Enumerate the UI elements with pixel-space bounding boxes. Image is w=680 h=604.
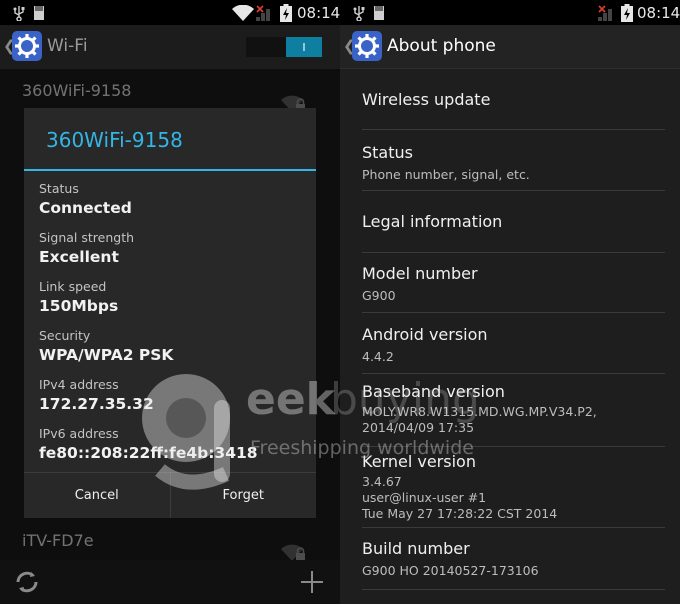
pref-model-number: Model number G900 (362, 264, 658, 304)
pref-build-number: Build number G900 HO 20140527-173106 (362, 539, 658, 579)
field-value: Excellent (39, 248, 119, 266)
bottom-action-bar (0, 560, 340, 604)
dialog-title-divider (24, 169, 316, 171)
info-field: Link speed 150Mbps (39, 279, 118, 315)
wifi-screen: 08:14 ❮ Wi-Fi I 360WiFi-9158 iTV-FD7e 36… (0, 0, 340, 604)
page-title: Wi-Fi (47, 36, 88, 56)
field-value: WPA/WPA2 PSK (39, 346, 174, 364)
pref-summary: G900 HO 20140527-173106 (362, 563, 539, 578)
add-network-icon[interactable] (300, 570, 324, 598)
field-value: fe80::208:22ff:fe4b:3418 (39, 444, 258, 462)
battery-charging-icon (621, 0, 633, 25)
pref-title: Wireless update (362, 90, 491, 109)
wifi-toggle-switch[interactable]: I (246, 37, 322, 57)
pref-summary: 3.4.67 (362, 474, 402, 489)
pref-title: Android version (362, 325, 488, 344)
list-divider (362, 373, 665, 374)
field-label: Signal strength (39, 230, 135, 245)
list-divider (362, 129, 665, 130)
pref-legal-information[interactable]: Legal information (362, 212, 658, 231)
usb-icon (12, 0, 26, 25)
field-label: Link speed (39, 279, 107, 294)
pref-summary: MOLY.WR8.W1315.MD.WG.MP.V34.P2, 2014/04/… (362, 404, 597, 435)
about-phone-screen: 08:14 ❮ About phone Wireless update Stat… (340, 0, 680, 604)
toggle-on-thumb: I (286, 37, 322, 57)
dialog-button-bar: Cancel Forget (24, 472, 316, 518)
list-divider (362, 446, 665, 447)
pref-title: Build number (362, 539, 470, 558)
status-bar: 08:14 (340, 0, 680, 25)
clock: 08:14 (637, 3, 680, 22)
field-value: Connected (39, 199, 132, 217)
status-bar: 08:14 (0, 0, 340, 25)
list-divider (362, 312, 665, 313)
pref-baseband-version: Baseband version MOLY.WR8.W1315.MD.WG.MP… (362, 382, 658, 436)
list-divider (362, 527, 665, 528)
dialog-title: 360WiFi-9158 (46, 128, 183, 152)
info-field: Status Connected (39, 181, 132, 217)
pref-title: Model number (362, 264, 478, 283)
list-divider (362, 252, 665, 253)
page-title: About phone (387, 36, 496, 56)
pref-summary: Tue May 27 17:28:22 CST 2014 (362, 506, 558, 521)
wifi-info-dialog: 360WiFi-9158 Status Connected Signal str… (24, 108, 316, 518)
info-field: IPv6 address fe80::208:22ff:fe4b:3418 (39, 426, 258, 462)
list-divider (362, 589, 665, 590)
cell-signal-none-icon (256, 0, 274, 25)
sd-card-icon (34, 0, 44, 25)
cancel-button[interactable]: Cancel (24, 473, 170, 518)
field-value: 150Mbps (39, 297, 119, 315)
list-divider (362, 190, 665, 191)
field-label: IPv4 address (39, 377, 119, 392)
pref-title: Legal information (362, 212, 503, 231)
pref-summary: G900 (362, 288, 396, 303)
usb-icon (352, 0, 366, 25)
clock: 08:14 (297, 3, 340, 22)
cell-signal-none-icon (598, 0, 616, 25)
pref-android-version[interactable]: Android version 4.4.2 (362, 325, 658, 365)
pref-summary: 4.4.2 (362, 349, 394, 364)
pref-wireless-update[interactable]: Wireless update (362, 90, 658, 109)
info-field: Signal strength Excellent (39, 230, 134, 266)
pref-title: Status (362, 143, 413, 162)
pref-summary: Phone number, signal, etc. (362, 167, 530, 182)
pref-status[interactable]: Status Phone number, signal, etc. (362, 143, 658, 183)
settings-gear-icon[interactable] (12, 31, 44, 63)
field-label: Status (39, 181, 79, 196)
forget-button[interactable]: Forget (169, 473, 317, 518)
battery-charging-icon (280, 0, 292, 25)
pref-title: Baseband version (362, 382, 505, 401)
pref-summary: user@linux-user #1 (362, 490, 487, 505)
action-bar: ❮ About phone (340, 25, 680, 69)
field-value: 172.27.35.32 (39, 395, 154, 413)
field-label: Security (39, 328, 91, 343)
wps-refresh-icon[interactable] (14, 570, 40, 598)
settings-gear-icon[interactable] (352, 31, 384, 63)
info-field: IPv4 address 172.27.35.32 (39, 377, 154, 413)
pref-kernel-version: Kernel version 3.4.67 user@linux-user #1… (362, 452, 658, 522)
sd-card-icon (374, 0, 384, 25)
pref-title: Kernel version (362, 452, 476, 471)
field-label: IPv6 address (39, 426, 119, 441)
wifi-signal-icon (232, 0, 254, 25)
info-field: Security WPA/WPA2 PSK (39, 328, 173, 364)
